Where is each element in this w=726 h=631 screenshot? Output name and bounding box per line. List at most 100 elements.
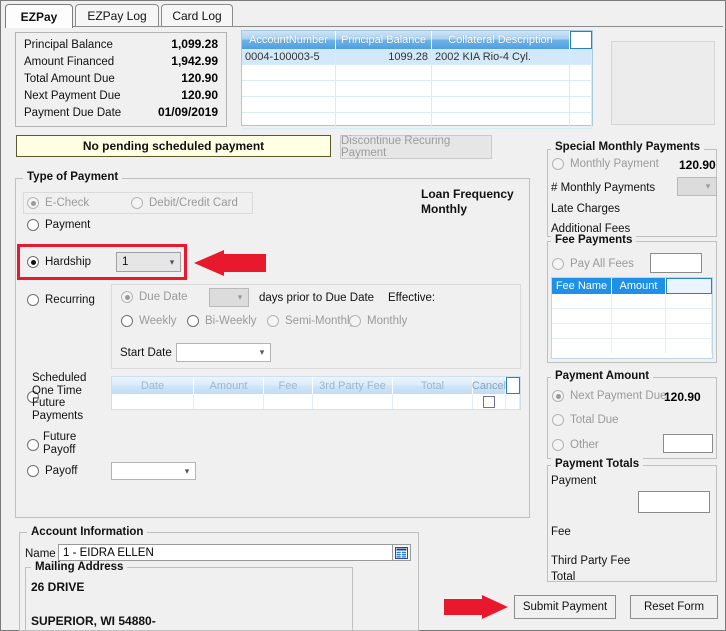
chevron-down-icon[interactable]: ▾: [164, 253, 180, 271]
loan-frequency-label: Loan Frequency: [421, 187, 514, 201]
col-corner-selector[interactable]: [666, 278, 712, 294]
tab-ezpay[interactable]: EZPay: [5, 4, 73, 28]
table-row[interactable]: [242, 81, 592, 97]
chevron-down-icon[interactable]: ▾: [254, 344, 270, 361]
cell-cancel[interactable]: [473, 394, 506, 409]
reset-form-button[interactable]: Reset Form: [630, 595, 718, 619]
radio-monthly-payment[interactable]: Monthly Payment: [552, 158, 659, 170]
col-amount[interactable]: Amount: [612, 278, 666, 294]
summary-row: Total Amount Due 120.90: [24, 71, 218, 88]
table-row[interactable]: [242, 113, 592, 129]
cell-amount: [612, 309, 666, 323]
radio-weekly-indicator: [121, 315, 133, 327]
payoff-dropdown[interactable]: ▾: [111, 462, 196, 480]
submit-payment-label: Submit Payment: [522, 601, 608, 613]
radio-recurring[interactable]: Recurring: [27, 294, 95, 306]
col-account-number[interactable]: AccountNumber: [242, 31, 336, 49]
cell-account-number: [242, 65, 336, 80]
cell-principal-balance: [336, 97, 432, 112]
radio-debit-credit-card[interactable]: Debit/Credit Card: [131, 197, 238, 209]
radio-weekly-label: Weekly: [139, 315, 177, 327]
radio-semi-monthly[interactable]: Semi-Monthly: [267, 315, 355, 327]
name-input[interactable]: 1 - EIDRA ELLEN: [58, 544, 410, 561]
reset-form-label: Reset Form: [643, 601, 705, 613]
table-row[interactable]: [112, 394, 520, 409]
days-prior-dropdown[interactable]: ▾: [209, 288, 249, 307]
col-principal-balance[interactable]: Principal Balance: [336, 31, 432, 49]
cell-principal-balance: 1099.28: [336, 49, 432, 64]
col-fee[interactable]: Fee: [264, 377, 313, 394]
table-row[interactable]: [552, 294, 712, 309]
table-row[interactable]: [242, 97, 592, 113]
cell-total: [393, 394, 473, 409]
fee-payments-title: Fee Payments: [551, 234, 637, 246]
summary-row: Amount Financed 1,942.99: [24, 54, 218, 71]
chevron-down-icon[interactable]: ▾: [179, 463, 195, 479]
cell-row-selector: [666, 309, 712, 323]
scheduled-payments-grid[interactable]: Date Amount Fee 3rd Party Fee Total Canc…: [111, 376, 521, 410]
chevron-down-icon[interactable]: ▾: [700, 178, 716, 195]
cell-row-selector: [570, 81, 592, 96]
col-total[interactable]: Total: [393, 377, 473, 394]
radio-future-payoff[interactable]: [27, 439, 39, 451]
col-collateral-description[interactable]: Collateral Description: [432, 31, 570, 49]
table-row[interactable]: [552, 324, 712, 339]
radio-payoff[interactable]: Payoff: [27, 465, 77, 477]
radio-due-date-label: Due Date: [139, 291, 188, 303]
cell-row-selector: [666, 324, 712, 338]
arrow-right-icon: [444, 595, 508, 619]
radio-other[interactable]: Other: [552, 439, 599, 451]
radio-total-due[interactable]: Total Due: [552, 414, 619, 426]
hardship-count-dropdown[interactable]: 1 ▾: [116, 252, 181, 272]
cell-collateral-description: [432, 113, 570, 128]
other-amount-input[interactable]: [663, 434, 713, 453]
num-monthly-payments-dropdown[interactable]: ▾: [677, 177, 717, 196]
total-label: Total: [551, 571, 576, 583]
cell-fee-name: [552, 309, 612, 323]
col-amount[interactable]: Amount: [194, 377, 264, 394]
col-corner-selector[interactable]: [506, 377, 520, 394]
discontinue-recurring-payment-button[interactable]: Discontinue Recuring Payment: [340, 135, 492, 159]
fee-payments-grid[interactable]: Fee Name Amount: [551, 277, 713, 359]
radio-monthly[interactable]: Monthly: [349, 315, 407, 327]
radio-bi-weekly[interactable]: Bi-Weekly: [187, 315, 257, 327]
radio-payoff-label: Payoff: [45, 465, 78, 477]
table-row[interactable]: 0004-100003-5 1099.28 2002 KIA Rio-4 Cyl…: [242, 49, 592, 65]
third-party-fee-label: Third Party Fee: [551, 555, 631, 567]
radio-recurring-indicator: [27, 294, 39, 306]
radio-next-payment-due[interactable]: Next Payment Due: [552, 390, 667, 402]
fee-total-input[interactable]: [638, 491, 710, 513]
table-row[interactable]: [552, 309, 712, 324]
start-date-dropdown[interactable]: ▾: [176, 343, 271, 362]
radio-payment[interactable]: Payment: [27, 219, 90, 231]
radio-echeck[interactable]: E-Check: [27, 197, 89, 209]
tab-underline: [5, 26, 723, 27]
tab-card-log[interactable]: Card Log: [161, 4, 233, 26]
table-row[interactable]: [242, 65, 592, 81]
radio-total-due-label: Total Due: [570, 414, 619, 426]
radio-pay-all-fees[interactable]: Pay All Fees: [552, 258, 634, 270]
chevron-down-icon[interactable]: ▾: [232, 289, 248, 306]
list-lookup-icon[interactable]: [392, 544, 411, 561]
pay-all-fees-input[interactable]: [650, 253, 702, 273]
radio-weekly[interactable]: Weekly: [121, 315, 177, 327]
radio-due-date[interactable]: Due Date: [121, 291, 188, 303]
ezpay-window: EZPay EZPay Log Card Log Principal Balan…: [0, 0, 726, 631]
col-corner-selector[interactable]: [570, 31, 592, 49]
cell-row-selector: [666, 339, 712, 353]
tab-ezpay-log[interactable]: EZPay Log: [75, 4, 159, 26]
cancel-checkbox[interactable]: [483, 395, 495, 408]
col-cancel[interactable]: Cancel: [472, 377, 506, 394]
col-fee-name[interactable]: Fee Name: [552, 278, 612, 294]
cell-3rd-party-fee: [313, 394, 393, 409]
payment-due-date-value: 01/09/2019: [157, 105, 218, 119]
radio-hardship[interactable]: Hardship: [27, 256, 91, 268]
radio-monthly-payment-indicator: [552, 158, 564, 170]
account-grid[interactable]: AccountNumber Principal Balance Collater…: [241, 30, 593, 129]
cell-fee-name: [552, 294, 612, 308]
submit-payment-button[interactable]: Submit Payment: [514, 595, 616, 619]
radio-pay-all-fees-label: Pay All Fees: [570, 258, 634, 270]
col-date[interactable]: Date: [112, 377, 194, 394]
table-row[interactable]: [552, 339, 712, 353]
col-3rd-party-fee[interactable]: 3rd Party Fee: [313, 377, 393, 394]
